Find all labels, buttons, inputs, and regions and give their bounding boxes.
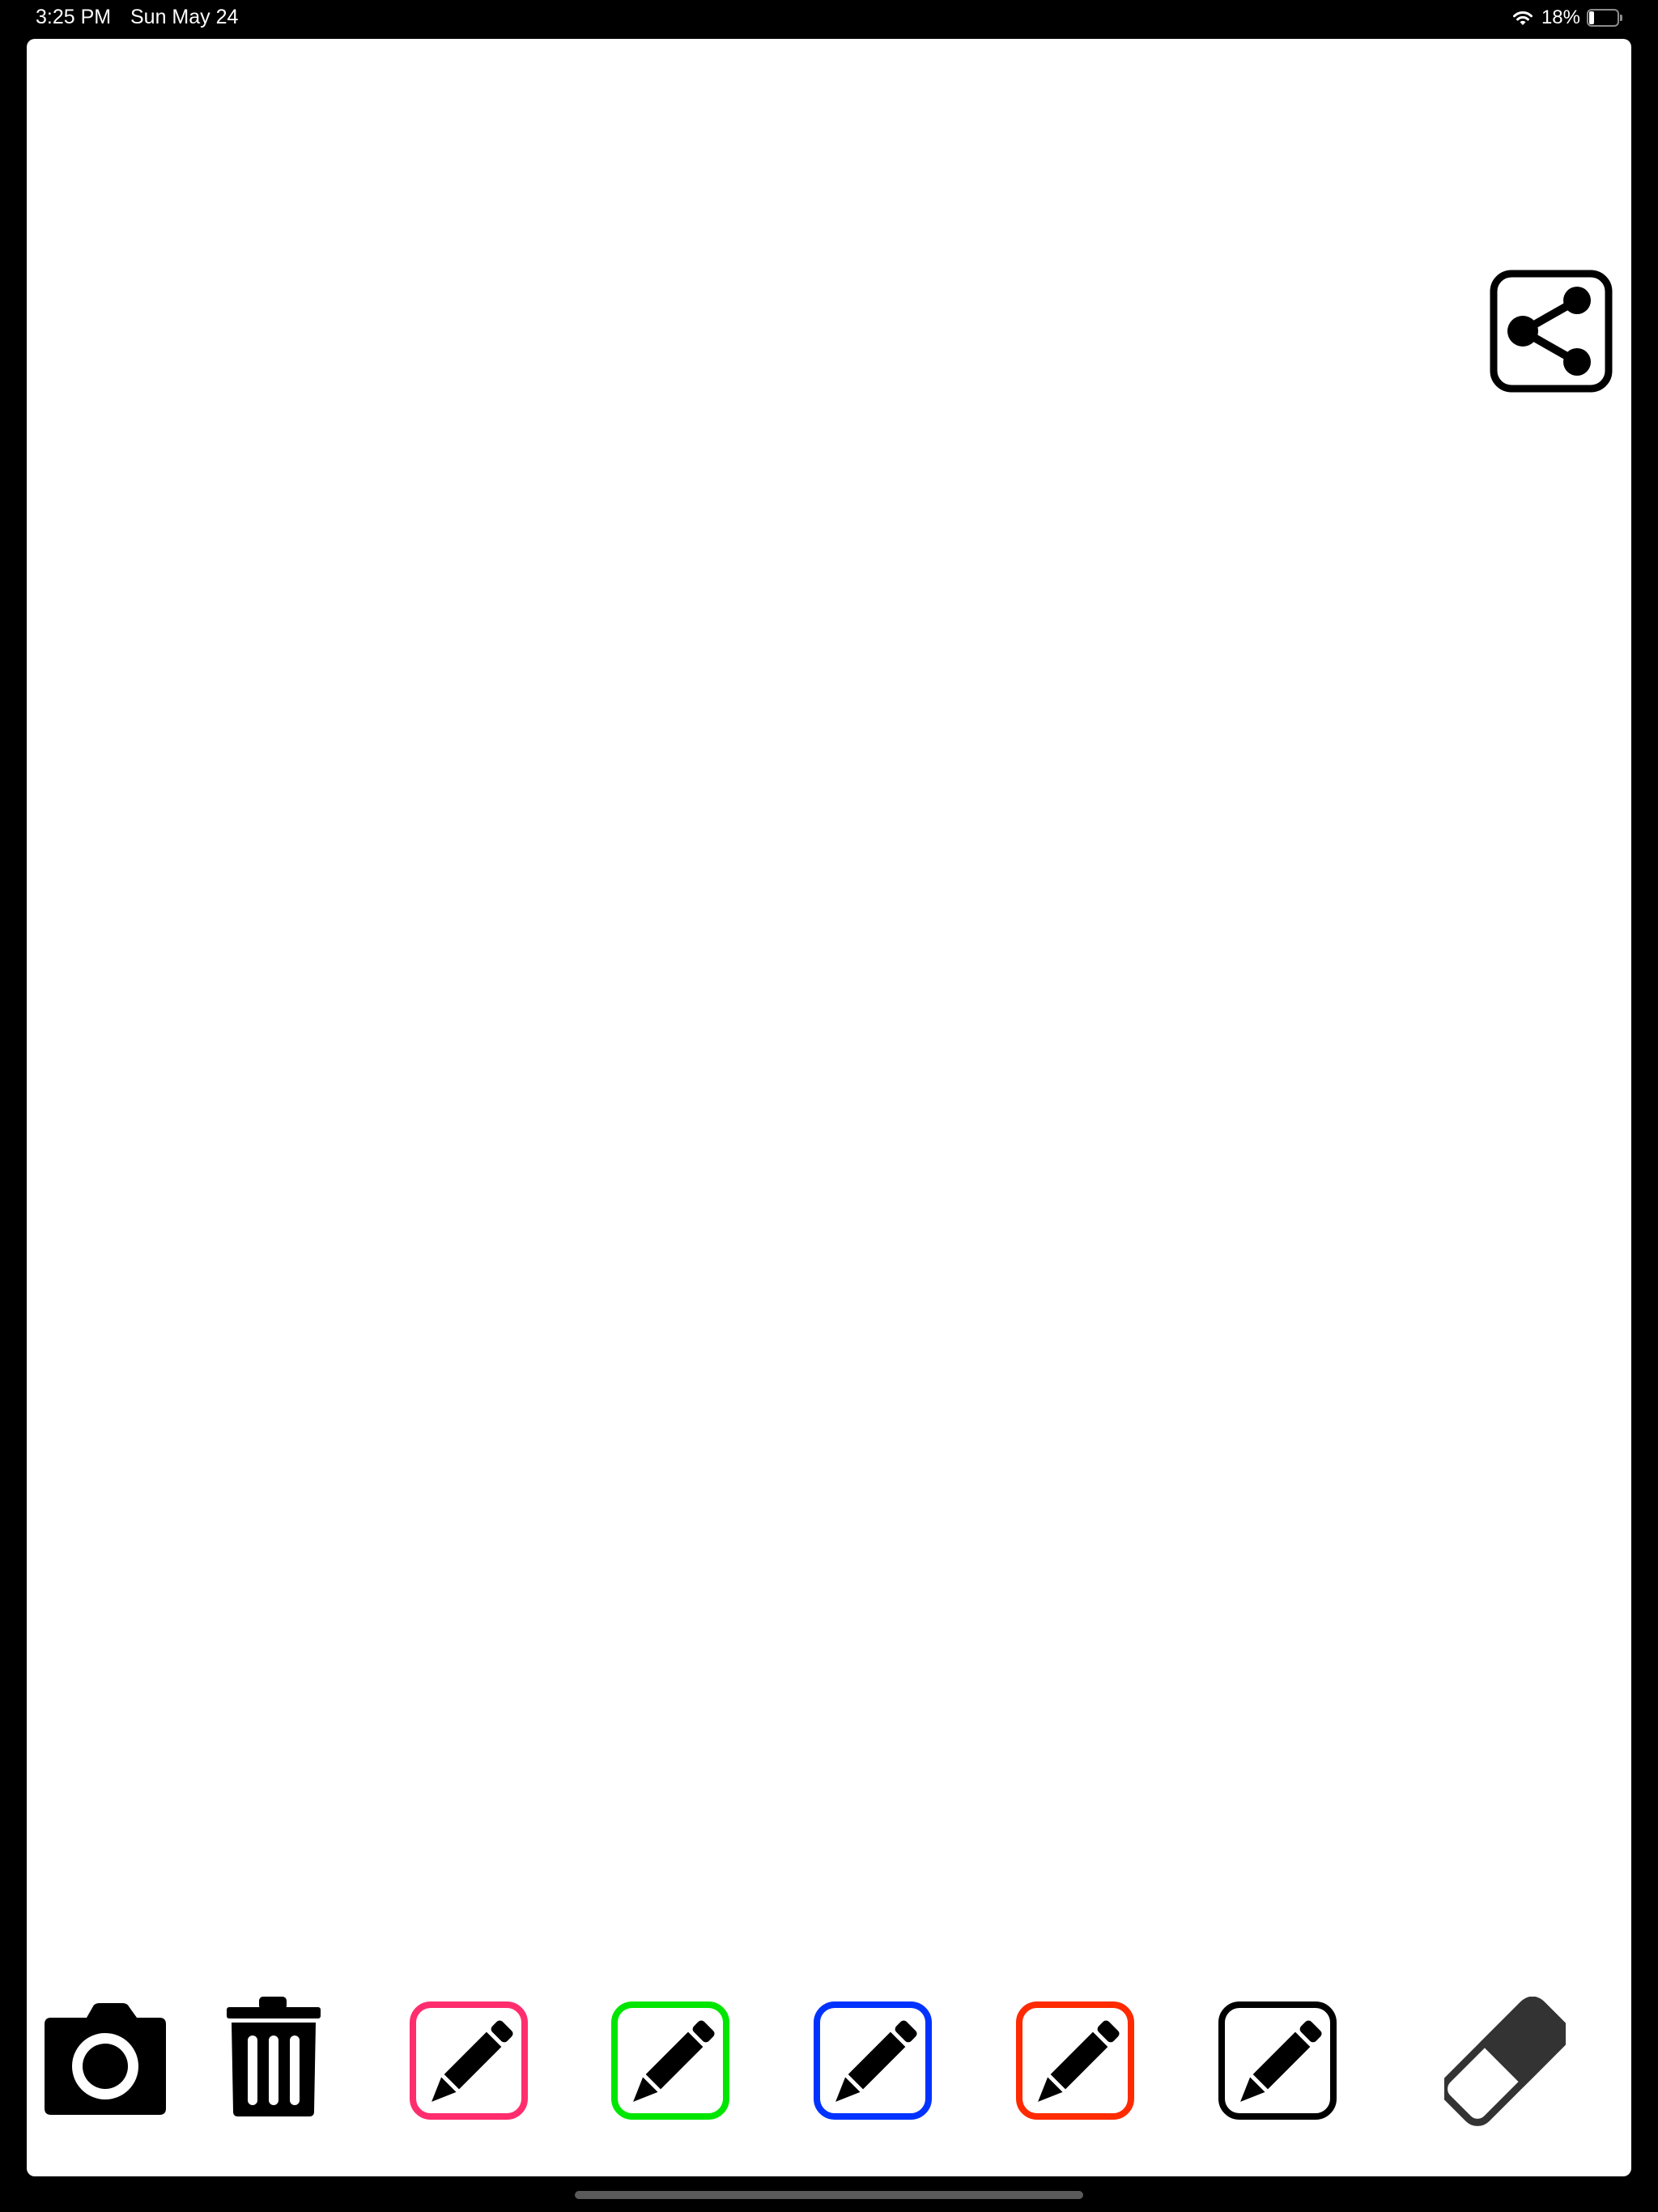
status-indicators: 18% xyxy=(1511,5,1622,31)
pen-black-button[interactable] xyxy=(1217,2000,1338,2121)
wifi-icon xyxy=(1511,8,1535,28)
home-indicator[interactable] xyxy=(575,2191,1083,2199)
trash-icon xyxy=(227,1997,321,2116)
battery-percent: 18% xyxy=(1541,6,1580,28)
pencil-icon xyxy=(410,2001,528,2120)
status-date: Sun May 24 xyxy=(130,6,239,28)
pen-pink-button[interactable] xyxy=(408,2000,529,2121)
trash-button[interactable] xyxy=(225,1997,325,2118)
battery-icon xyxy=(1587,9,1622,27)
status-time: 3:25 PM xyxy=(36,6,112,28)
share-button[interactable] xyxy=(1489,269,1613,393)
camera-button[interactable] xyxy=(41,2001,169,2116)
pencil-icon xyxy=(1016,2001,1134,2120)
share-icon xyxy=(1490,270,1613,393)
pencil-icon xyxy=(1218,2001,1337,2120)
pen-blue-button[interactable] xyxy=(812,2000,933,2121)
status-bar: 3:25 PM Sun May 24 18% xyxy=(0,0,1658,37)
drawing-canvas[interactable] xyxy=(27,39,1631,2176)
pen-red-button[interactable] xyxy=(1014,2000,1136,2121)
pen-green-button[interactable] xyxy=(610,2000,731,2121)
pencil-icon xyxy=(814,2001,932,2120)
camera-icon xyxy=(45,2003,166,2115)
eraser-button[interactable] xyxy=(1444,1997,1566,2126)
eraser-icon xyxy=(1444,1997,1566,2126)
pencil-icon xyxy=(611,2001,729,2120)
